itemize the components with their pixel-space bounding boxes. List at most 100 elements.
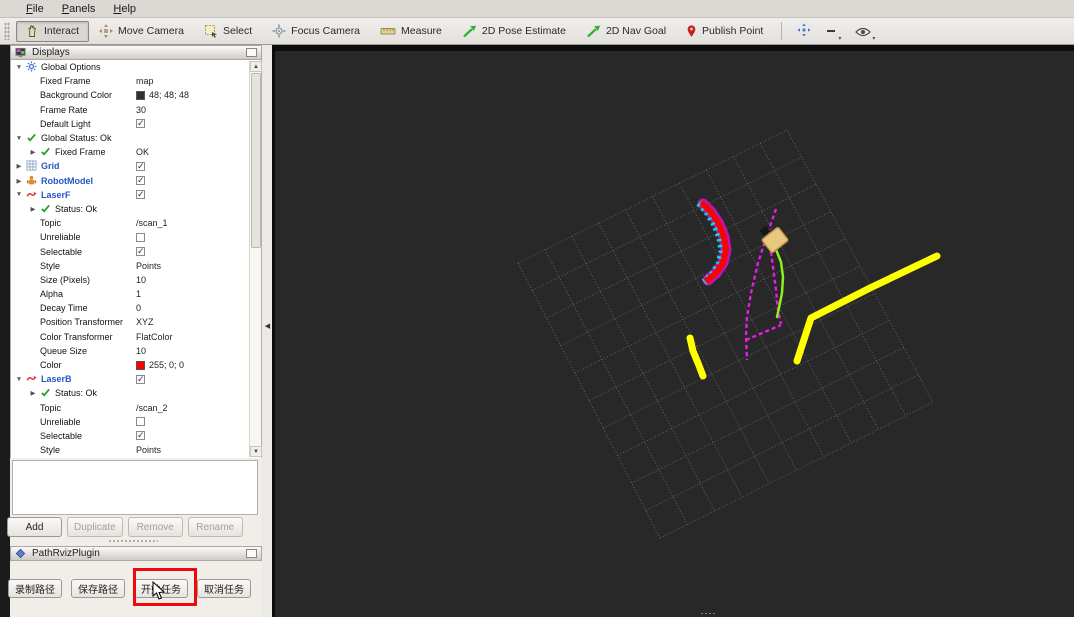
menu-file[interactable]: File (18, 2, 52, 16)
tree-row-alpha[interactable]: Alpha 1 (11, 287, 261, 301)
tree-row-topic[interactable]: Topic/scan_1 (11, 216, 261, 230)
tree-row-fixed-frame[interactable]: ▶ Fixed Frame OK (11, 145, 261, 159)
tool-measure[interactable]: Measure (370, 21, 452, 42)
expander-down-icon[interactable]: ▼ (15, 64, 23, 71)
scrollbar-down-icon[interactable]: ▼ (250, 446, 262, 457)
expander-down-icon[interactable]: ▼ (15, 376, 23, 383)
tree-label: Color (40, 360, 62, 371)
tree-row-style[interactable]: Style Points (11, 443, 261, 457)
check-icon (40, 203, 52, 215)
panel-splitter-handle[interactable] (108, 539, 158, 543)
expander-right-icon[interactable]: ▶ (29, 148, 37, 156)
tool-properties-eye-icon (855, 24, 872, 42)
tree-row-style[interactable]: Style Points (11, 259, 261, 273)
displays-tree-scrollbar[interactable]: ▲ ▼ (249, 61, 262, 457)
checkbox[interactable]: ✓ (136, 119, 145, 129)
tree-row-decay-time[interactable]: Decay Time 0 (11, 301, 261, 315)
displays-button-1[interactable]: Duplicate (67, 517, 123, 537)
color-swatch[interactable] (136, 90, 145, 100)
displays-button-2[interactable]: Remove (127, 517, 183, 537)
tool-2d-pose-estimate[interactable]: 2D Pose Estimate (452, 21, 576, 42)
tool-2d-nav-goal[interactable]: 2D Nav Goal (576, 21, 676, 42)
tree-row-selectable[interactable]: Selectable ✓ (11, 429, 261, 443)
expander-right-icon[interactable]: ▶ (15, 162, 23, 170)
tree-row-global-options[interactable]: ▼ Global Options (11, 60, 261, 74)
menu-panels[interactable]: Panels (54, 2, 104, 16)
checkbox[interactable]: ✓ (136, 431, 145, 441)
tree-row-queue-size[interactable]: Queue Size 10 (11, 344, 261, 358)
color-swatch[interactable] (136, 360, 145, 370)
value-text: 10 (136, 274, 147, 285)
toolbar-grip[interactable] (4, 22, 10, 40)
scrollbar-thumb[interactable] (251, 73, 261, 248)
tree-row-color[interactable]: Color 255; 0; 0 (11, 358, 261, 372)
displays-button-0[interactable]: Add (7, 517, 62, 537)
tree-row-topic[interactable]: Topic/scan_2 (11, 401, 261, 415)
expander-right-icon[interactable]: ▶ (15, 177, 23, 185)
grid-line (588, 265, 861, 401)
scrollbar-up-icon[interactable]: ▲ (250, 61, 262, 72)
tree-row-selectable[interactable]: Selectable ✓ (11, 244, 261, 258)
remove-tool-button[interactable]: ▾ (818, 21, 848, 42)
focus-camera-icon (272, 24, 286, 38)
checkbox[interactable]: ✓ (136, 190, 145, 200)
displays-float-button[interactable] (246, 48, 257, 57)
tree-row-grid[interactable]: ▶ Grid ✓ (11, 159, 261, 173)
displays-panel-header[interactable]: Displays (10, 45, 262, 60)
path-button-1[interactable]: 保存路径 (71, 579, 125, 598)
tree-row-status-ok[interactable]: ▶ Status: Ok (11, 202, 261, 216)
tree-row-global-status-ok[interactable]: ▼ Global Status: Ok (11, 131, 261, 145)
tree-row-position-transformer[interactable]: Position Transformer XYZ (11, 315, 261, 329)
panel-collapse-handle[interactable]: ◀ (263, 319, 272, 335)
menu-help[interactable]: Help (105, 2, 144, 16)
tree-label: Queue Size (40, 345, 88, 356)
checkbox[interactable]: ✓ (136, 247, 145, 257)
tool-label: Interact (44, 25, 80, 37)
tree-row-robotmodel[interactable]: ▶ RobotModel ✓ (11, 174, 261, 188)
tree-label: Style (40, 260, 61, 271)
checkbox[interactable]: ✓ (136, 374, 145, 384)
expander-down-icon[interactable]: ▼ (15, 135, 23, 142)
checkbox[interactable]: ✓ (136, 161, 145, 171)
expander-down-icon[interactable]: ▼ (15, 191, 23, 198)
tool-select[interactable]: Select (194, 21, 262, 42)
value-text: 0 (136, 303, 142, 314)
tool-focus-camera[interactable]: Focus Camera (262, 21, 370, 42)
tree-row-color-transformer[interactable]: Color Transformer FlatColor (11, 330, 261, 344)
tree-row-frame-rate[interactable]: Frame Rate 30 (11, 103, 261, 117)
tree-row-laserb[interactable]: ▼ LaserB ✓ (11, 372, 261, 386)
expander-right-icon[interactable]: ▶ (29, 389, 37, 397)
path-plugin-title: PathRvizPlugin (32, 548, 100, 559)
tree-row-default-light[interactable]: Default Light ✓ (11, 117, 261, 131)
path-plugin-float-button[interactable] (246, 549, 257, 558)
tree-row-unreliable[interactable]: Unreliable (11, 230, 261, 244)
tool-move-camera[interactable]: Move Camera (89, 21, 194, 42)
expander-right-icon[interactable]: ▶ (29, 205, 37, 213)
tool-label: 2D Pose Estimate (481, 25, 566, 37)
check-icon (26, 132, 38, 144)
tool-properties-eye-button[interactable]: ▾ (848, 21, 882, 42)
path-plugin-panel-header[interactable]: PathRvizPlugin (10, 546, 262, 561)
rviz-window: { "menu_bar": { "items": [ { "label": "F… (0, 0, 1074, 617)
tree-label: Frame Rate (40, 104, 88, 115)
tool-publish-point[interactable]: Publish Point (676, 21, 773, 42)
tree-row-unreliable[interactable]: Unreliable (11, 415, 261, 429)
checkbox[interactable] (136, 417, 145, 427)
3d-viewport[interactable] (272, 45, 1074, 617)
checkbox[interactable] (136, 232, 145, 242)
add-tool-button[interactable] (790, 21, 818, 42)
tree-row-background-color[interactable]: Background Color 48; 48; 48 (11, 88, 261, 102)
tree-row-fixed-frame[interactable]: Fixed Frame map (11, 74, 261, 88)
displays-button-3[interactable]: Rename (187, 517, 243, 537)
tree-row-laserf[interactable]: ▼ LaserF ✓ (11, 188, 261, 202)
checkbox[interactable]: ✓ (136, 176, 145, 186)
viewport-bottom-grip[interactable] (700, 612, 716, 615)
tool-interact[interactable]: Interact (16, 20, 90, 42)
tree-label: Fixed Frame (40, 76, 91, 87)
tree-row-status-ok[interactable]: ▶ Status: Ok (11, 386, 261, 400)
value-text: 10 (136, 345, 147, 356)
tree-row-size-pixels-[interactable]: Size (Pixels) 10 (11, 273, 261, 287)
path-button-3[interactable]: 取消任务 (197, 579, 251, 598)
path-button-2[interactable]: 开始任务 (134, 579, 188, 598)
path-button-0[interactable]: 录制路径 (8, 579, 62, 598)
